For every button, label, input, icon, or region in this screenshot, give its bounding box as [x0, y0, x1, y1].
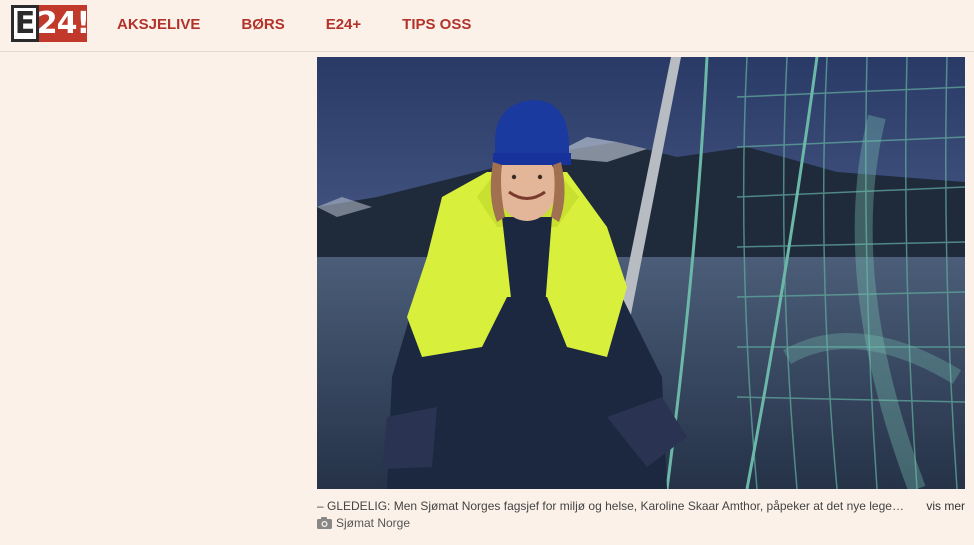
vis-mer-link[interactable]: vis mer: [926, 498, 965, 514]
article-photo[interactable]: [317, 57, 965, 489]
nav-item-e24-plus[interactable]: E24+: [326, 15, 361, 35]
photo-caption: – GLEDELIG: Men Sjømat Norges fagsjef fo…: [317, 498, 965, 514]
logo-number: 24: [36, 5, 78, 41]
nav-item-tips-oss[interactable]: TIPS OSS: [402, 15, 471, 35]
nav-item-bors[interactable]: BØRS: [241, 15, 284, 35]
main-nav: AKSJELIVE BØRS E24+ TIPS OSS: [117, 15, 512, 35]
article-photo-illustration: [317, 57, 965, 489]
logo-e: E: [11, 5, 39, 42]
logo-24: 24!: [36, 5, 91, 42]
e24-logo[interactable]: E 24!: [11, 5, 91, 42]
photo-credit: Sjømat Norge: [317, 515, 410, 531]
nav-item-aksjelive[interactable]: AKSJELIVE: [117, 15, 200, 35]
caption-text: – GLEDELIG: Men Sjømat Norges fagsjef fo…: [317, 499, 911, 513]
credit-text: Sjømat Norge: [336, 516, 411, 530]
logo-bang: !: [76, 5, 91, 41]
top-bar: E 24! AKSJELIVE BØRS E24+ TIPS OSS: [0, 0, 974, 52]
camera-icon: [317, 517, 332, 529]
